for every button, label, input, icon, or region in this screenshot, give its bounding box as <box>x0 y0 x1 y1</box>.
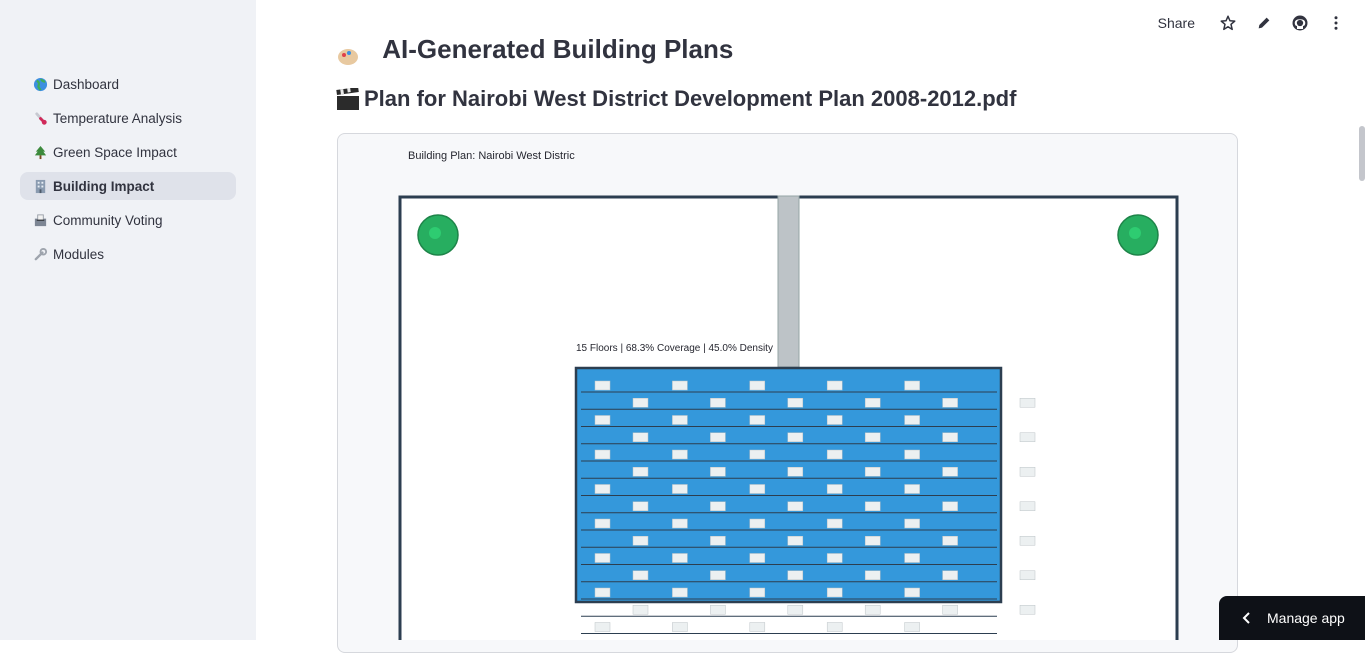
window <box>749 415 766 425</box>
window <box>1019 432 1036 442</box>
window <box>632 467 649 477</box>
window <box>749 553 766 563</box>
window <box>632 536 649 546</box>
building-label: 15 Floors | 68.3% Coverage | 45.0% Densi… <box>576 343 773 354</box>
window <box>942 432 958 442</box>
tree-left <box>417 214 459 256</box>
window <box>632 501 649 511</box>
window <box>826 553 843 563</box>
window <box>787 467 804 477</box>
window <box>787 398 804 408</box>
window <box>864 501 881 511</box>
window <box>672 622 688 632</box>
window <box>710 467 726 477</box>
window <box>749 518 766 529</box>
window <box>594 587 611 598</box>
manage-app-label: Manage app <box>1267 610 1345 626</box>
window <box>1019 501 1036 511</box>
window <box>864 432 881 442</box>
chevron-left-icon <box>1241 612 1253 624</box>
window <box>787 570 804 580</box>
window <box>942 570 958 580</box>
window <box>787 605 804 615</box>
window <box>826 587 843 598</box>
window <box>710 570 726 580</box>
window <box>787 432 804 442</box>
window <box>672 553 688 563</box>
window <box>749 380 766 391</box>
window <box>1019 570 1036 580</box>
window <box>749 449 766 460</box>
window <box>826 518 843 529</box>
window <box>672 587 688 598</box>
window <box>826 449 843 460</box>
window <box>904 449 920 460</box>
building-plan-plot: 15 Floors | 68.3% Coverage | 45.0% Densi… <box>398 195 1179 640</box>
window <box>749 587 766 598</box>
window <box>904 553 920 563</box>
window <box>594 518 611 529</box>
window <box>904 484 920 494</box>
window <box>710 501 726 511</box>
window <box>864 570 881 580</box>
window <box>942 605 958 615</box>
road <box>777 195 800 368</box>
window <box>672 484 688 494</box>
window <box>864 398 881 408</box>
tree-center <box>1129 227 1141 239</box>
window <box>787 501 804 511</box>
window <box>826 415 843 425</box>
window <box>864 605 881 615</box>
window <box>942 467 958 477</box>
tree-center <box>429 227 441 239</box>
window <box>904 518 920 529</box>
window <box>710 536 726 546</box>
tree-right <box>1117 214 1159 256</box>
window <box>1019 536 1036 546</box>
window <box>594 449 611 460</box>
window <box>632 398 649 408</box>
window <box>749 622 766 632</box>
window <box>904 622 920 632</box>
window <box>864 536 881 546</box>
window <box>594 553 611 563</box>
window <box>710 398 726 408</box>
window <box>632 432 649 442</box>
window <box>1019 467 1036 477</box>
window <box>749 484 766 494</box>
window <box>672 415 688 425</box>
window <box>942 501 958 511</box>
window <box>826 622 843 632</box>
window <box>1019 605 1036 615</box>
window <box>826 380 843 391</box>
window <box>594 380 611 391</box>
window <box>942 398 958 408</box>
window <box>710 432 726 442</box>
window <box>632 605 649 615</box>
window <box>594 622 611 632</box>
window <box>787 536 804 546</box>
window <box>710 605 726 615</box>
window <box>1019 398 1036 408</box>
window <box>904 587 920 598</box>
window <box>942 536 958 546</box>
window <box>594 415 611 425</box>
window <box>594 484 611 494</box>
window <box>632 570 649 580</box>
window <box>826 484 843 494</box>
manage-app-button[interactable]: Manage app <box>1219 596 1365 640</box>
window <box>904 380 920 391</box>
window <box>672 380 688 391</box>
window <box>864 467 881 477</box>
window <box>672 518 688 529</box>
window <box>904 415 920 425</box>
window <box>672 449 688 460</box>
